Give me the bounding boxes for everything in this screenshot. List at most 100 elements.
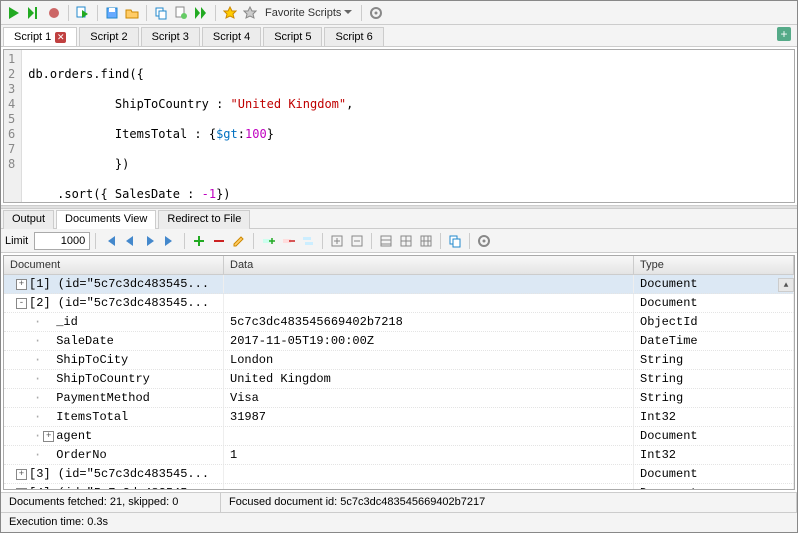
status-bar-exec: Execution time: 0.3s bbox=[1, 512, 797, 532]
prev-page-icon[interactable] bbox=[121, 232, 139, 250]
table-row[interactable]: · OrderNo1Int32 bbox=[4, 446, 794, 465]
duplicate-field-icon[interactable] bbox=[299, 232, 317, 250]
favorite-scripts-dropdown[interactable]: Favorite Scripts bbox=[261, 7, 356, 19]
row-label: ItemsTotal bbox=[56, 410, 128, 424]
row-data bbox=[224, 484, 634, 490]
row-type: Document bbox=[634, 465, 794, 483]
settings-icon[interactable] bbox=[475, 232, 493, 250]
row-type: Document bbox=[634, 427, 794, 445]
tab-output[interactable]: Output bbox=[3, 210, 54, 229]
tab-script-2[interactable]: Script 2 bbox=[79, 27, 138, 46]
results-toolbar: Limit bbox=[1, 229, 797, 253]
run-script-icon[interactable] bbox=[74, 4, 92, 22]
row-data: London bbox=[224, 351, 634, 369]
row-label: ShipToCity bbox=[56, 353, 128, 367]
row-type: DateTime bbox=[634, 332, 794, 350]
row-label: [4] (id="5c7c3dc483545... bbox=[29, 486, 209, 490]
expand-icon[interactable] bbox=[328, 232, 346, 250]
copy-results-icon[interactable] bbox=[446, 232, 464, 250]
new-script-icon[interactable] bbox=[172, 4, 190, 22]
limit-input[interactable] bbox=[34, 232, 90, 250]
table-row[interactable]: + [3] (id="5c7c3dc483545... Document bbox=[4, 465, 794, 484]
table-row[interactable]: · ItemsTotal31987Int32 bbox=[4, 408, 794, 427]
output-tabs: Output Documents View Redirect to File bbox=[1, 209, 797, 229]
col-document[interactable]: Document bbox=[4, 256, 224, 274]
row-label: OrderNo bbox=[56, 448, 106, 462]
tab-script-1[interactable]: Script 1✕ bbox=[3, 27, 77, 46]
table-row[interactable]: · SaleDate2017-11-05T19:00:00ZDateTime bbox=[4, 332, 794, 351]
run-all-icon[interactable] bbox=[192, 4, 210, 22]
limit-label: Limit bbox=[5, 235, 28, 247]
star-remove-icon[interactable] bbox=[241, 4, 259, 22]
stop-icon[interactable] bbox=[45, 4, 63, 22]
add-doc-icon[interactable] bbox=[190, 232, 208, 250]
row-type: Document bbox=[634, 275, 794, 293]
line-gutter: 1 2 3 4 5 6 7 8 bbox=[4, 50, 22, 202]
tab-script-6[interactable]: Script 6 bbox=[324, 27, 383, 46]
add-tab-button[interactable]: + bbox=[777, 27, 791, 41]
tab-redirect-file[interactable]: Redirect to File bbox=[158, 210, 250, 229]
row-data bbox=[224, 465, 634, 483]
expand-toggle[interactable]: + bbox=[16, 469, 27, 480]
last-page-icon[interactable] bbox=[161, 232, 179, 250]
copy-icon[interactable] bbox=[152, 4, 170, 22]
status-bar-results: Documents fetched: 21, skipped: 0 Focuse… bbox=[1, 492, 797, 512]
tab-script-5[interactable]: Script 5 bbox=[263, 27, 322, 46]
documents-tree-grid[interactable]: Document Data Type ▲ + [1] (id="5c7c3dc4… bbox=[3, 255, 795, 490]
grid-1-icon[interactable] bbox=[377, 232, 395, 250]
table-row[interactable]: ·+ agentDocument bbox=[4, 427, 794, 446]
row-data: Visa bbox=[224, 389, 634, 407]
status-focused: Focused document id: 5c7c3dc483545669402… bbox=[221, 493, 797, 512]
next-page-icon[interactable] bbox=[141, 232, 159, 250]
row-label: _id bbox=[56, 315, 78, 329]
row-label: [3] (id="5c7c3dc483545... bbox=[29, 467, 209, 481]
delete-field-icon[interactable] bbox=[279, 232, 297, 250]
run-cursor-icon[interactable] bbox=[25, 4, 43, 22]
tab-script-4[interactable]: Script 4 bbox=[202, 27, 261, 46]
row-type: Document bbox=[634, 484, 794, 490]
insert-field-icon[interactable] bbox=[259, 232, 277, 250]
table-row[interactable]: · ShipToCityLondonString bbox=[4, 351, 794, 370]
grid-2-icon[interactable] bbox=[397, 232, 415, 250]
run-icon[interactable] bbox=[5, 4, 23, 22]
code-editor[interactable]: 1 2 3 4 5 6 7 8 db.orders.find({ ShipToC… bbox=[3, 49, 795, 203]
grid-3-icon[interactable] bbox=[417, 232, 435, 250]
table-row[interactable]: + [4] (id="5c7c3dc483545... Document bbox=[4, 484, 794, 490]
table-row[interactable]: - [2] (id="5c7c3dc483545...Document bbox=[4, 294, 794, 313]
code-content[interactable]: db.orders.find({ ShipToCountry : "United… bbox=[22, 50, 794, 202]
table-row[interactable]: + [1] (id="5c7c3dc483545...Document bbox=[4, 275, 794, 294]
row-type: ObjectId bbox=[634, 313, 794, 331]
remove-doc-icon[interactable] bbox=[210, 232, 228, 250]
tab-script-3[interactable]: Script 3 bbox=[141, 27, 200, 46]
row-label: agent bbox=[56, 429, 92, 443]
row-label: PaymentMethod bbox=[56, 391, 150, 405]
col-data[interactable]: Data bbox=[224, 256, 634, 274]
script-tabs: Script 1✕ Script 2 Script 3 Script 4 Scr… bbox=[1, 25, 797, 47]
row-type: Int32 bbox=[634, 446, 794, 464]
scroll-up-icon[interactable]: ▲ bbox=[778, 278, 794, 292]
star-add-icon[interactable] bbox=[221, 4, 239, 22]
col-type[interactable]: Type bbox=[634, 256, 794, 274]
expand-toggle[interactable]: + bbox=[16, 279, 27, 290]
row-data bbox=[224, 275, 634, 293]
expand-toggle[interactable]: + bbox=[16, 488, 27, 491]
open-icon[interactable] bbox=[123, 4, 141, 22]
gear-icon[interactable] bbox=[367, 4, 385, 22]
first-page-icon[interactable] bbox=[101, 232, 119, 250]
expand-toggle[interactable]: + bbox=[43, 431, 54, 442]
collapse-icon[interactable] bbox=[348, 232, 366, 250]
close-icon[interactable]: ✕ bbox=[55, 32, 66, 43]
row-data bbox=[224, 427, 634, 445]
row-data: 1 bbox=[224, 446, 634, 464]
row-type: Int32 bbox=[634, 408, 794, 426]
save-icon[interactable] bbox=[103, 4, 121, 22]
table-row[interactable]: · PaymentMethodVisaString bbox=[4, 389, 794, 408]
row-data: 2017-11-05T19:00:00Z bbox=[224, 332, 634, 350]
table-row[interactable]: · ShipToCountryUnited KingdomString bbox=[4, 370, 794, 389]
row-label: ShipToCountry bbox=[56, 372, 150, 386]
edit-doc-icon[interactable] bbox=[230, 232, 248, 250]
row-data: 5c7c3dc483545669402b7218 bbox=[224, 313, 634, 331]
expand-toggle[interactable]: - bbox=[16, 298, 27, 309]
table-row[interactable]: · _id5c7c3dc483545669402b7218ObjectId bbox=[4, 313, 794, 332]
tab-documents-view[interactable]: Documents View bbox=[56, 210, 156, 229]
